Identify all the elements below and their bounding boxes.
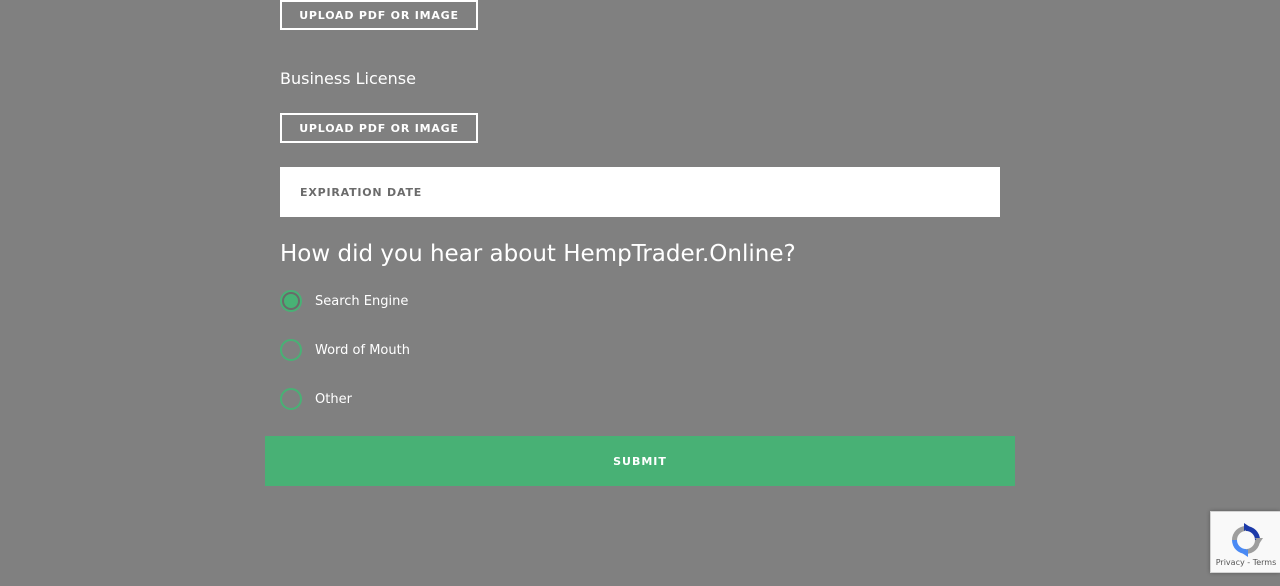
radio-button[interactable] bbox=[280, 339, 302, 361]
recaptcha-badge[interactable]: Privacy - Terms bbox=[1210, 511, 1280, 573]
upload-pdf-or-image-button[interactable]: UPLOAD PDF OR IMAGE bbox=[280, 0, 478, 30]
terms-link[interactable]: Terms bbox=[1253, 558, 1277, 567]
business-license-upload-button[interactable]: UPLOAD PDF OR IMAGE bbox=[280, 113, 478, 143]
radio-option-search-engine[interactable]: Search Engine bbox=[280, 288, 408, 314]
privacy-link[interactable]: Privacy bbox=[1216, 558, 1245, 567]
radio-button-checked[interactable] bbox=[280, 290, 302, 312]
page: UPLOAD PDF OR IMAGE Business License UPL… bbox=[0, 0, 1280, 586]
expiration-date-input[interactable] bbox=[280, 167, 1000, 217]
radio-label-word-of-mouth: Word of Mouth bbox=[315, 342, 410, 358]
recaptcha-links: Privacy - Terms bbox=[1211, 558, 1280, 567]
radio-label-other: Other bbox=[315, 391, 352, 407]
radio-button[interactable] bbox=[280, 388, 302, 410]
submit-button[interactable]: SUBMIT bbox=[265, 436, 1015, 486]
link-separator: - bbox=[1244, 558, 1253, 567]
business-license-label: Business License bbox=[280, 69, 416, 88]
survey-question: How did you hear about HempTrader.Online… bbox=[280, 241, 796, 267]
radio-option-word-of-mouth[interactable]: Word of Mouth bbox=[280, 337, 410, 363]
radio-label-search-engine: Search Engine bbox=[315, 293, 409, 309]
radio-option-other[interactable]: Other bbox=[280, 386, 352, 412]
recaptcha-logo-icon bbox=[1232, 523, 1263, 557]
